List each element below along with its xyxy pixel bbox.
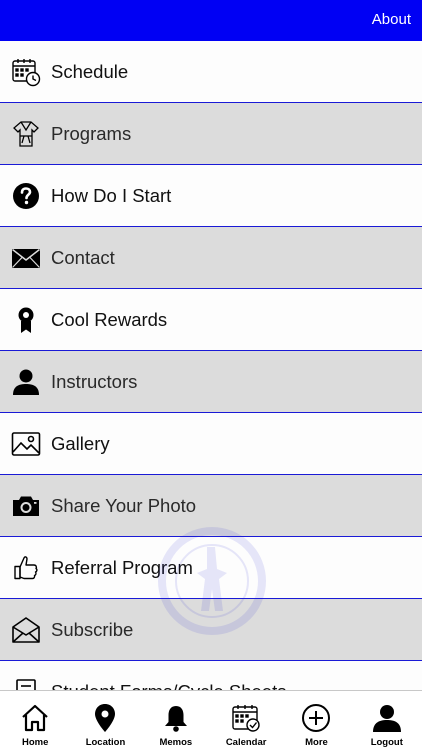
menu-item-label: Share Your Photo — [51, 494, 197, 516]
plus-circle-icon — [302, 704, 331, 732]
tab-label: Memos — [159, 737, 193, 748]
document-icon — [10, 676, 42, 690]
tab-label: Home — [21, 737, 49, 748]
person-icon — [372, 705, 401, 732]
menu-item-schedule[interactable]: Schedule — [0, 41, 422, 103]
menu-item-label: Contact — [51, 246, 115, 268]
menu-item-referral-program[interactable]: Referral Program — [0, 537, 422, 599]
menu-item-label: How Do I Start — [51, 184, 172, 206]
top-bar: About — [0, 0, 422, 41]
tab-label: Logout — [370, 737, 403, 748]
menu-item-label: Instructors — [51, 370, 138, 392]
tab-logout[interactable]: Logout — [352, 691, 422, 750]
tab-memos[interactable]: Memos — [141, 691, 211, 750]
calendar-clock-icon — [10, 56, 42, 88]
menu-item-label: Cool Rewards — [51, 308, 168, 330]
calendar-check-icon — [232, 705, 260, 732]
location-pin-icon — [95, 704, 116, 732]
martial-arts-uniform-icon — [10, 118, 42, 150]
menu-item-student-forms[interactable]: Student Forms/Cycle Sheets — [0, 661, 422, 690]
tab-label: Location — [85, 737, 126, 748]
bell-icon — [164, 706, 187, 732]
menu-list: Schedule Programs How Do I Start Contact… — [0, 41, 422, 690]
menu-item-label: Student Forms/Cycle Sheets — [51, 681, 286, 691]
thumbs-up-icon — [10, 552, 42, 584]
tab-label: More — [305, 737, 328, 748]
award-ribbon-icon — [10, 304, 42, 336]
tab-home[interactable]: Home — [0, 691, 70, 750]
image-icon — [10, 428, 42, 460]
about-link[interactable]: About — [372, 11, 411, 28]
menu-item-label: Referral Program — [51, 556, 193, 578]
envelope-icon — [10, 242, 42, 274]
menu-item-programs[interactable]: Programs — [0, 103, 422, 165]
menu-item-gallery[interactable]: Gallery — [0, 413, 422, 475]
menu-item-label: Subscribe — [51, 618, 134, 640]
menu-item-subscribe[interactable]: Subscribe — [0, 599, 422, 661]
tab-location[interactable]: Location — [70, 691, 140, 750]
menu-item-how-do-i-start[interactable]: How Do I Start — [0, 165, 422, 227]
menu-item-cool-rewards[interactable]: Cool Rewards — [0, 289, 422, 351]
home-icon — [22, 704, 48, 732]
menu-item-label: Programs — [51, 122, 132, 144]
menu-item-label: Schedule — [51, 60, 129, 82]
tab-calendar[interactable]: Calendar — [211, 691, 281, 750]
person-icon — [10, 366, 42, 398]
tab-label: Calendar — [225, 737, 267, 748]
menu-item-share-your-photo[interactable]: Share Your Photo — [0, 475, 422, 537]
tab-more[interactable]: More — [281, 691, 351, 750]
menu-item-contact[interactable]: Contact — [0, 227, 422, 289]
open-envelope-icon — [10, 614, 42, 646]
bottom-tab-bar: Home Location Memos Calendar More Logout — [0, 690, 422, 750]
camera-icon — [10, 490, 42, 522]
menu-item-instructors[interactable]: Instructors — [0, 351, 422, 413]
question-circle-icon — [10, 180, 42, 212]
menu-item-label: Gallery — [51, 432, 110, 454]
